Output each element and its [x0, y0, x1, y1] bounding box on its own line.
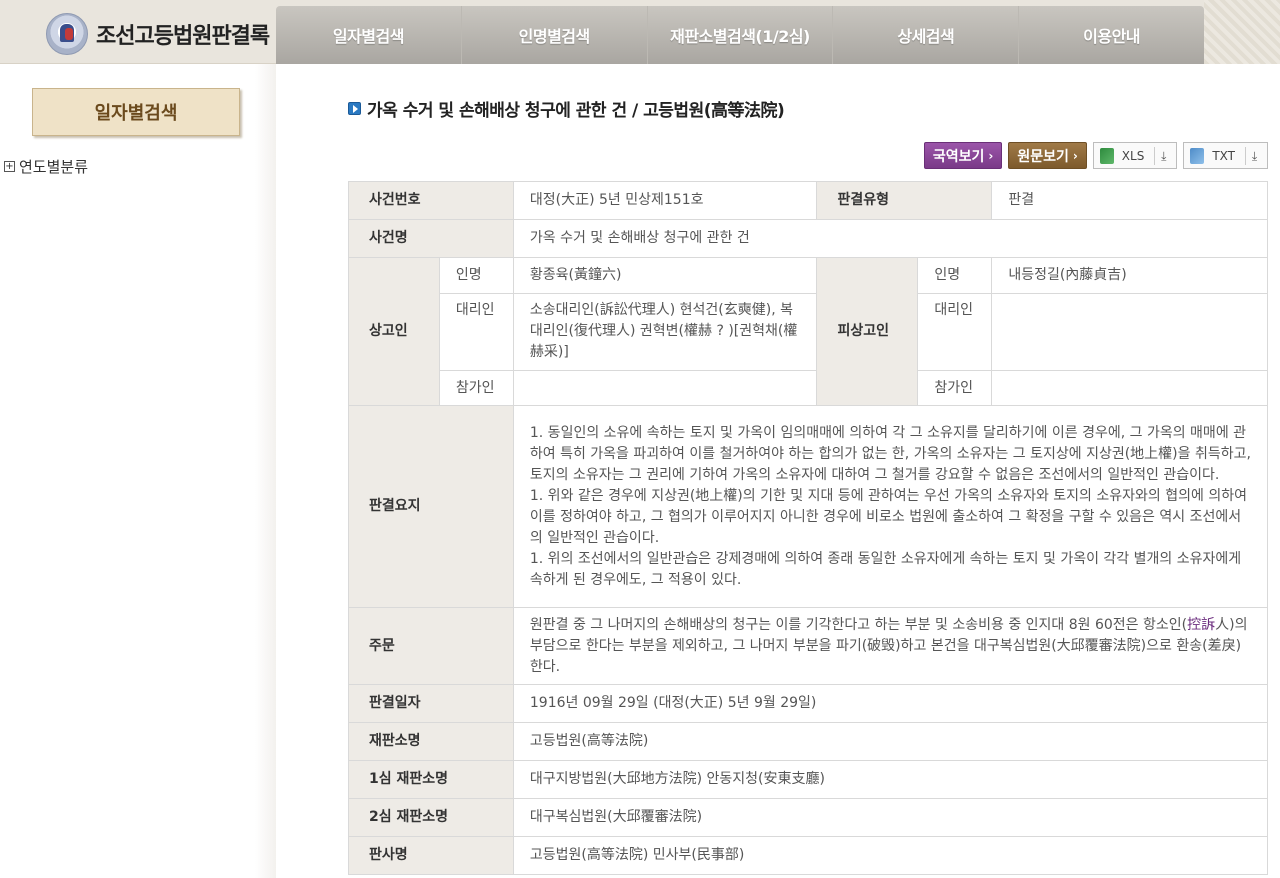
second-instance-court-label: 2심 재판소명	[348, 798, 514, 837]
appellant-label: 상고인	[348, 257, 440, 406]
page-title-text: 가옥 수거 및 손해배상 청구에 관한 건 / 고등법원(高等法院)	[367, 101, 785, 121]
table-row: 판사명 고등법원(高等法院) 민사부(民事部)	[348, 836, 1269, 875]
appellant-agent-label: 대리인	[438, 293, 514, 371]
summary-paragraph: 1. 위의 조선에서의 일반관습은 강제경매에 의하여 종래 동일한 소유자에게…	[529, 550, 1242, 588]
case-detail-table: 사건번호 대정(大正) 5년 민상제151호 판결유형 판결 사건명 가옥 수거…	[348, 181, 1269, 875]
dictionary-link[interactable]: 控訴	[1187, 617, 1215, 633]
chevron-right-icon: ›	[988, 148, 994, 163]
table-row: 대리인 소송대리인(訴訟代理人) 현석건(玄奭健), 복대리인(復代理人) 권혁…	[349, 293, 1268, 371]
summary-paragraph: 1. 위와 같은 경우에 지상권(地上權)의 기한 및 지대 등에 관하여는 우…	[529, 487, 1247, 546]
excel-file-icon	[1099, 147, 1114, 164]
play-bullet-icon	[348, 102, 361, 115]
judge-name-value: 고등법원(高等法院) 민사부(民事部)	[512, 836, 1269, 875]
xls-download-button[interactable]: XLS ⤓	[1092, 142, 1178, 169]
court-emblem-icon	[46, 13, 88, 55]
judgment-date-value: 1916년 09월 29일 (대정(大正) 5년 9월 29일)	[512, 684, 1269, 723]
page-title: 가옥 수거 및 손해배상 청구에 관한 건 / 고등법원(高等法院)	[348, 96, 785, 121]
first-instance-court-label: 1심 재판소명	[348, 760, 514, 799]
appellant-name-value: 황종육(黃鐘六)	[512, 257, 818, 294]
translation-view-button[interactable]: 국역보기 ›	[923, 142, 1003, 169]
appellee-agent-label: 대리인	[917, 293, 993, 371]
court-name-label: 재판소명	[348, 722, 514, 761]
order-value: 원판결 중 그 나머지의 손해배상의 청구는 이를 기각한다고 하는 부분 및 …	[512, 607, 1269, 685]
nav-item-guide[interactable]: 이용안내	[1019, 6, 1204, 64]
order-label: 주문	[348, 607, 514, 685]
summary-value: 1. 동일인의 소유에 속하는 토지 및 가옥이 임의매매에 의하여 각 그 소…	[512, 405, 1269, 608]
appellee-participant-value	[991, 370, 1268, 406]
table-row: 재판소명 고등법원(高等法院)	[348, 722, 1269, 761]
site-header: 조선고등법원판결록 일자별검색 인명별검색 재판소별검색(1/2심) 상세검색 …	[0, 0, 1280, 64]
download-icon: ⤓	[1154, 146, 1172, 165]
tree-item-year-category[interactable]: + 연도별분류	[4, 156, 88, 177]
site-title: 조선고등법원판결록	[96, 23, 270, 49]
second-instance-court-value: 대구복심법원(大邱覆審法院)	[512, 798, 1269, 837]
appellee-label: 피상고인	[816, 257, 919, 406]
summary-label: 판결요지	[348, 405, 514, 608]
appellee-agent-value	[991, 293, 1268, 371]
txt-download-button[interactable]: TXT ⤓	[1183, 142, 1268, 169]
view-toolbar: 국역보기 › 원문보기 › XLS ⤓ TXT ⤓	[923, 142, 1268, 169]
appellee-participant-label: 참가인	[917, 370, 993, 406]
judge-name-label: 판사명	[348, 836, 514, 875]
appellee-name-label: 인명	[917, 257, 993, 294]
original-view-button[interactable]: 원문보기 ›	[1008, 142, 1087, 169]
expand-plus-icon[interactable]: +	[4, 161, 15, 172]
table-row: 주문 원판결 중 그 나머지의 손해배상의 청구는 이를 기각한다고 하는 부분…	[348, 607, 1269, 685]
site-logo[interactable]: 조선고등법원판결록	[46, 13, 270, 55]
table-row: 판결일자 1916년 09월 29일 (대정(大正) 5년 9월 29일)	[348, 684, 1269, 723]
sidebar-title[interactable]: 일자별검색	[32, 88, 240, 136]
appellant-participant-label: 참가인	[438, 370, 514, 406]
nav-item-detail-search[interactable]: 상세검색	[833, 6, 1020, 64]
text-file-icon	[1190, 147, 1205, 164]
case-name-value: 가옥 수거 및 손해배상 청구에 관한 건	[512, 219, 1269, 258]
left-sidebar: 일자별검색 + 연도별분류	[0, 64, 276, 878]
summary-paragraph: 1. 동일인의 소유에 속하는 토지 및 가옥이 임의매매에 의하여 각 그 소…	[529, 424, 1251, 483]
case-name-label: 사건명	[348, 219, 514, 258]
judgment-type-value: 판결	[991, 181, 1268, 220]
download-icon: ⤓	[1245, 146, 1263, 165]
nav-item-court-search[interactable]: 재판소별검색(1/2심)	[648, 6, 834, 64]
judgment-type-label: 판결유형	[816, 181, 993, 220]
table-row: 참가인 참가인	[349, 370, 1268, 406]
table-row: 사건명 가옥 수거 및 손해배상 청구에 관한 건	[348, 219, 1269, 258]
table-row: 2심 재판소명 대구복심법원(大邱覆審法院)	[348, 798, 1269, 837]
case-number-label: 사건번호	[348, 181, 514, 220]
appellant-agent-value: 소송대리인(訴訟代理人) 현석건(玄奭健), 복대리인(復代理人) 권혁변(權赫…	[512, 293, 818, 371]
header-decoration	[1204, 0, 1280, 64]
appellee-name-value: 내등정길(內藤貞吉)	[991, 257, 1268, 294]
table-row: 사건번호 대정(大正) 5년 민상제151호 판결유형 판결	[348, 181, 1268, 220]
chevron-right-icon: ›	[1072, 148, 1078, 163]
judgment-date-label: 판결일자	[348, 684, 514, 723]
table-row: 판결요지 1. 동일인의 소유에 속하는 토지 및 가옥이 임의매매에 의하여 …	[348, 405, 1269, 608]
nav-item-date-search[interactable]: 일자별검색	[276, 6, 462, 64]
main-nav: 일자별검색 인명별검색 재판소별검색(1/2심) 상세검색 이용안내	[276, 6, 1204, 64]
table-row: 1심 재판소명 대구지방법원(大邱地方法院) 안동지청(安東支廳)	[348, 760, 1269, 799]
case-number-value: 대정(大正) 5년 민상제151호	[512, 181, 818, 220]
court-name-value: 고등법원(高等法院)	[512, 722, 1269, 761]
table-row: 상고인 인명 황종육(黃鐘六) 피상고인 인명 내등정길(內藤貞吉)	[348, 257, 1268, 406]
first-instance-court-value: 대구지방법원(大邱地方法院) 안동지청(安東支廳)	[512, 760, 1269, 799]
appellant-name-label: 인명	[438, 257, 514, 294]
tree-item-label[interactable]: 연도별분류	[19, 156, 88, 177]
nav-item-name-search[interactable]: 인명별검색	[462, 6, 648, 64]
appellant-participant-value	[512, 370, 818, 406]
